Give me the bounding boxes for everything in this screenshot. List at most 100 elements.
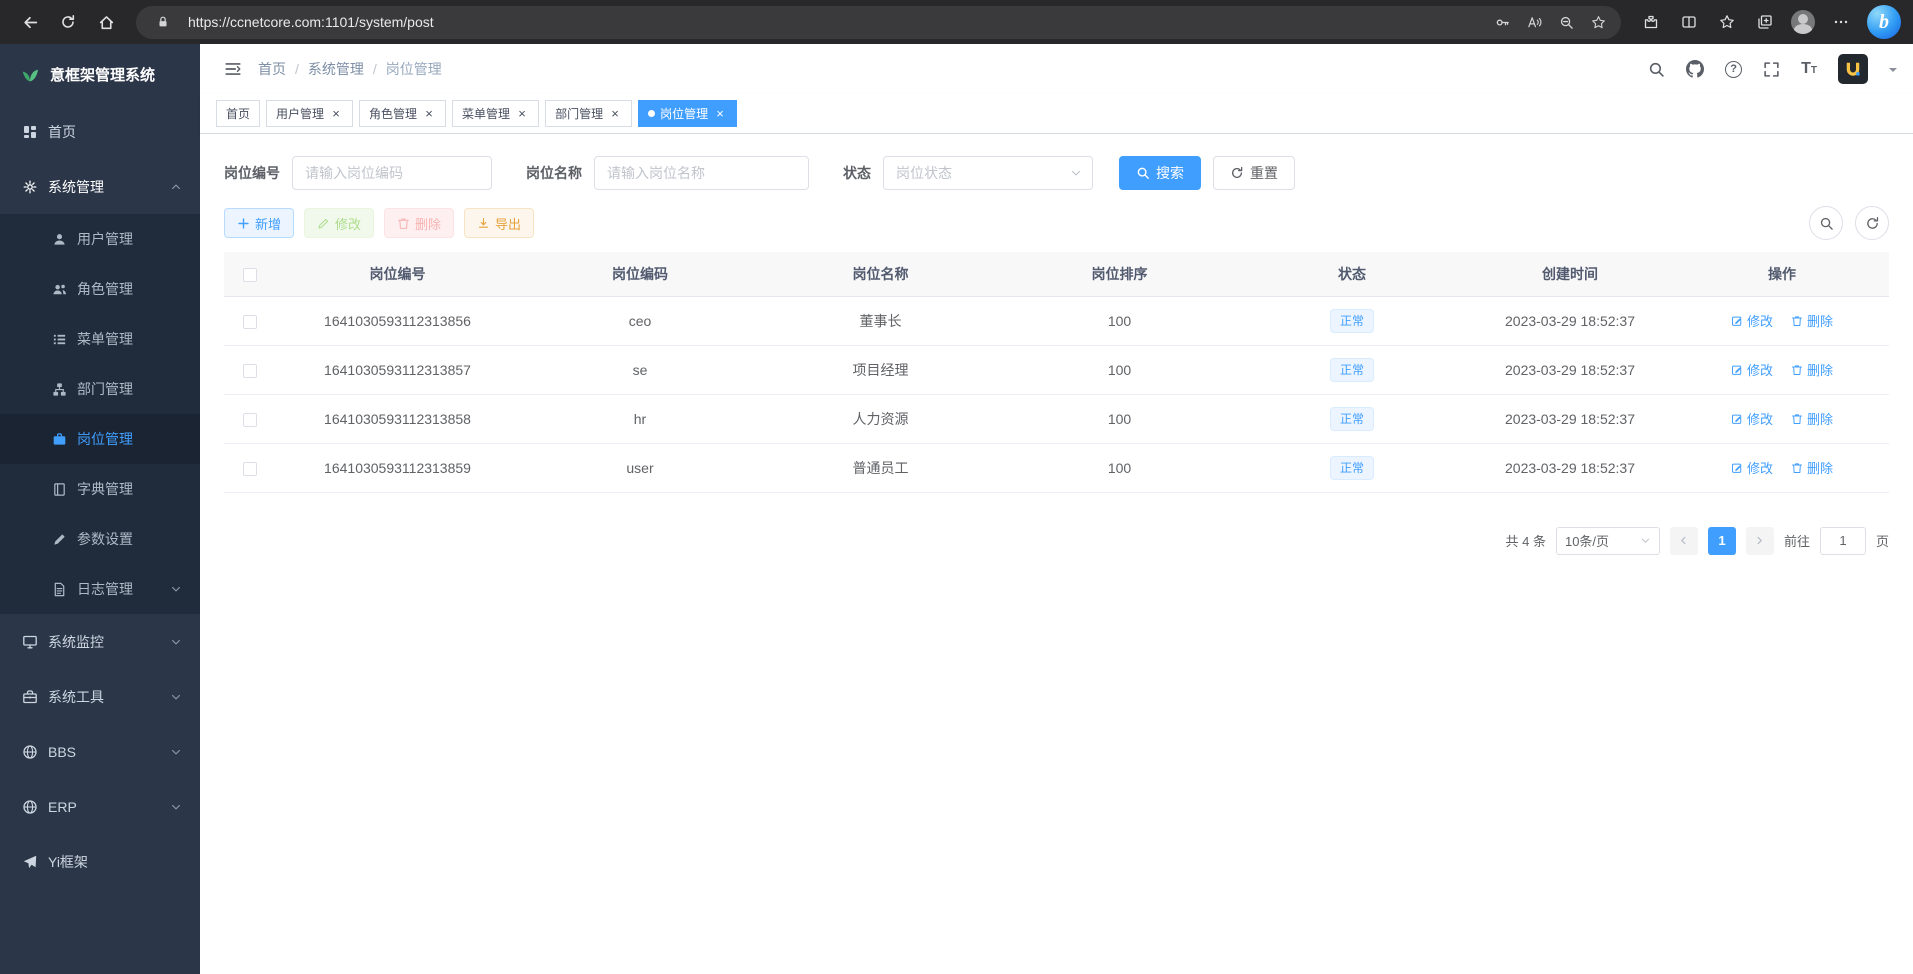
sidebar-subitem-role-management[interactable]: 角色管理 [0,264,200,314]
sidebar-item-system-tools[interactable]: 系统工具 [0,669,200,724]
cell-post-sort: 100 [1000,394,1239,443]
read-aloud-icon[interactable] [1519,8,1549,36]
close-icon[interactable] [422,107,436,121]
sidebar-subitem-log-management[interactable]: 日志管理 [0,564,200,614]
tab-user-management[interactable]: 用户管理 [266,100,353,127]
back-button[interactable] [12,4,48,40]
users-icon [52,282,67,297]
post-code-input[interactable] [292,156,492,190]
column-header-created: 创建时间 [1465,252,1675,296]
delete-button-label: 删除 [415,214,441,233]
tab-role-management[interactable]: 角色管理 [359,100,446,127]
help-button[interactable] [1725,61,1742,78]
add-favorite-star-icon[interactable] [1583,8,1613,36]
close-icon[interactable] [608,107,622,121]
prev-page-button[interactable] [1670,527,1698,555]
profile-avatar [1791,10,1815,34]
tab-department-management[interactable]: 部门管理 [545,100,632,127]
edit-button[interactable]: 修改 [304,208,374,238]
edit-link[interactable]: 修改 [1731,458,1773,477]
edit-link[interactable]: 修改 [1731,311,1773,330]
status-select[interactable]: 岗位状态 [883,156,1093,190]
collections-icon [1757,14,1773,30]
select-all-checkbox[interactable] [243,268,257,282]
password-key-icon[interactable] [1487,8,1517,36]
profile-button[interactable] [1785,4,1821,40]
sidebar-item-home[interactable]: 首页 [0,104,200,159]
edit-link[interactable]: 修改 [1731,360,1773,379]
settings-menu-button[interactable] [1823,4,1859,40]
zoom-out-icon[interactable] [1551,8,1581,36]
favorites-button[interactable] [1709,4,1745,40]
delete-link[interactable]: 删除 [1791,458,1833,477]
split-screen-button[interactable] [1671,4,1707,40]
add-button[interactable]: 新增 [224,208,294,238]
delete-link[interactable]: 删除 [1791,409,1833,428]
header-search-button[interactable] [1648,61,1665,78]
sidebar-subitem-department-management[interactable]: 部门管理 [0,364,200,414]
search-icon [1648,61,1665,78]
sidebar-subitem-menu-management[interactable]: 菜单管理 [0,314,200,364]
post-name-input[interactable] [594,156,809,190]
cell-post-name: 人力资源 [761,394,1000,443]
page-unit-label: 页 [1876,531,1889,550]
close-icon[interactable] [329,107,343,121]
copilot-bing-button[interactable] [1867,5,1901,39]
goto-page-input[interactable] [1820,527,1866,555]
refresh-button[interactable] [50,4,86,40]
sidebar-subitem-parameter-settings[interactable]: 参数设置 [0,514,200,564]
home-button[interactable] [88,4,124,40]
address-bar[interactable]: https://ccnetcore.com:1101/system/post [136,6,1621,39]
reset-button[interactable]: 重置 [1213,156,1295,190]
user-dropdown-caret[interactable] [1889,68,1897,76]
sidebar-item-yi-framework[interactable]: Yi框架 [0,834,200,889]
column-header-status: 状态 [1239,252,1465,296]
search-button[interactable]: 搜索 [1119,156,1201,190]
toggle-search-button[interactable] [1809,206,1843,240]
sidebar-toggle-button[interactable] [216,52,250,86]
edit-link[interactable]: 修改 [1731,409,1773,428]
collections-button[interactable] [1747,4,1783,40]
page-button-1[interactable]: 1 [1708,527,1736,555]
sidebar-item-bbs[interactable]: BBS [0,724,200,779]
close-icon[interactable] [515,107,529,121]
cell-created: 2023-03-29 18:52:37 [1465,296,1675,345]
font-size-button[interactable] [1801,61,1817,77]
close-icon[interactable] [713,107,727,121]
sidebar-item-erp[interactable]: ERP [0,779,200,834]
next-page-button[interactable] [1746,527,1774,555]
delete-link[interactable]: 删除 [1791,360,1833,379]
fullscreen-button[interactable] [1763,61,1780,78]
refresh-table-button[interactable] [1855,206,1889,240]
delete-button[interactable]: 删除 [384,208,454,238]
table-row: 1641030593112313857 se 项目经理 100 正常 2023-… [224,345,1889,394]
table-row: 1641030593112313859 user 普通员工 100 正常 202… [224,443,1889,492]
user-avatar[interactable] [1838,54,1868,84]
row-checkbox[interactable] [243,315,257,329]
tab-home[interactable]: 首页 [216,100,260,127]
plus-icon [237,217,250,230]
row-checkbox[interactable] [243,413,257,427]
sidebar-subitem-user-management[interactable]: 用户管理 [0,214,200,264]
export-button[interactable]: 导出 [464,208,534,238]
site-info-icon[interactable] [148,8,178,36]
extensions-button[interactable] [1633,4,1669,40]
sidebar-subitem-post-management[interactable]: 岗位管理 [0,414,200,464]
sidebar-subitem-dictionary-management[interactable]: 字典管理 [0,464,200,514]
github-button[interactable] [1686,60,1704,78]
sidebar-item-system-management[interactable]: 系统管理 [0,159,200,214]
page-size-select[interactable]: 10条/页 [1556,527,1660,555]
tab-menu-management[interactable]: 菜单管理 [452,100,539,127]
row-checkbox[interactable] [243,462,257,476]
breadcrumb-item-system[interactable]: 系统管理 [286,59,364,79]
row-checkbox[interactable] [243,364,257,378]
cell-post-code: user [519,443,761,492]
document-icon [52,582,67,597]
app-logo[interactable]: 意框架管理系统 [0,44,200,104]
tab-post-management[interactable]: 岗位管理 [638,100,737,127]
edit-icon [1731,315,1743,327]
breadcrumb-item-home[interactable]: 首页 [258,59,286,79]
filter-status: 状态 岗位状态 [843,156,1093,190]
delete-link[interactable]: 删除 [1791,311,1833,330]
sidebar-item-system-monitoring[interactable]: 系统监控 [0,614,200,669]
